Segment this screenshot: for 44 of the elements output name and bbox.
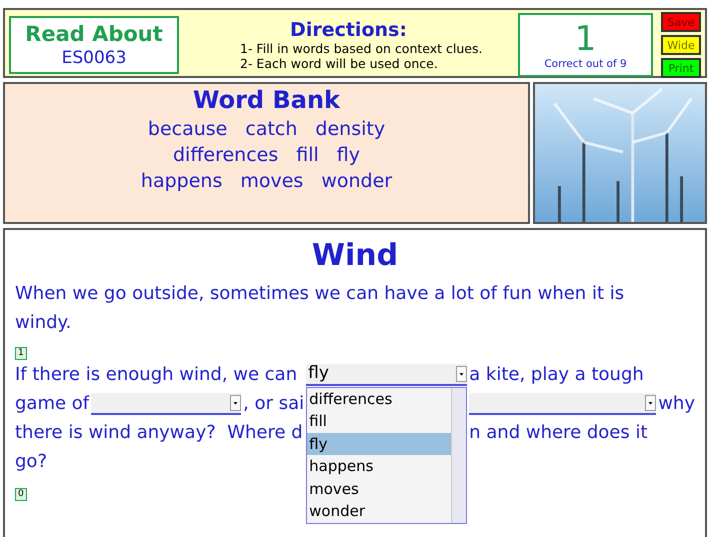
direction-text: 2- Each word will be used once. [240, 56, 439, 71]
toolbar-button[interactable]: Wide [661, 35, 701, 55]
word-bank-word: happens [140, 170, 222, 192]
dropdown-option[interactable]: differences [307, 388, 452, 410]
passage-text: If there is enough wind, we can [15, 363, 298, 387]
passage-text: game of [15, 392, 90, 416]
passage-text: go? [15, 450, 47, 474]
word-dropdown[interactable] [91, 392, 242, 414]
word-bank-word: catch [245, 118, 298, 140]
passage-text: n and where does it [469, 421, 648, 445]
dropdown-caret-icon [645, 394, 656, 410]
passage-text: why [658, 392, 695, 416]
dropdown-caret-icon [456, 366, 468, 382]
word-bank-word: wonder [321, 170, 392, 192]
dropdown-option[interactable]: happens [307, 455, 452, 478]
title: Read About [25, 22, 163, 46]
dropdown-option[interactable]: wonder [307, 500, 452, 522]
word-dropdown[interactable] [469, 392, 656, 414]
toolbar-button[interactable]: Print [661, 58, 701, 78]
word-bank-word: fly [336, 144, 360, 166]
word-bank-word: moves [240, 170, 304, 192]
word-bank-title: Word Bank [192, 86, 340, 114]
dropdown-option[interactable]: moves [307, 478, 452, 500]
directions-title: Directions: [290, 19, 407, 41]
story-paragraph: When we go outside, sometimes we can have a lot of fun when it is windy. [15, 282, 626, 335]
passage-text: , or sai [243, 392, 304, 416]
answer-count-badge: 0 [15, 488, 27, 501]
lesson-code: ES0063 [62, 48, 126, 68]
word-bank-word: density [315, 118, 386, 140]
dropdown-option[interactable]: fill [307, 410, 452, 432]
passage-text: there is wind anyway? Where d [15, 421, 303, 445]
scrollbar[interactable] [451, 388, 466, 522]
word-bank-word: because [148, 118, 228, 140]
word-dropdown[interactable]: fly [306, 364, 468, 386]
story-title: Wind [312, 238, 398, 273]
answer-count-badge: 1 [15, 347, 27, 360]
word-bank-word: differences [172, 144, 278, 166]
dropdown-caret-icon [230, 394, 242, 410]
direction-text: 1- Fill in words based on context clues. [240, 41, 484, 56]
dropdown-option[interactable]: fly [307, 432, 452, 455]
score-caption: Correct out of 9 [544, 58, 627, 70]
word-bank-word: fill [296, 144, 319, 166]
passage-text: a kite, play a tough [469, 363, 644, 387]
score: 1 [574, 20, 596, 58]
